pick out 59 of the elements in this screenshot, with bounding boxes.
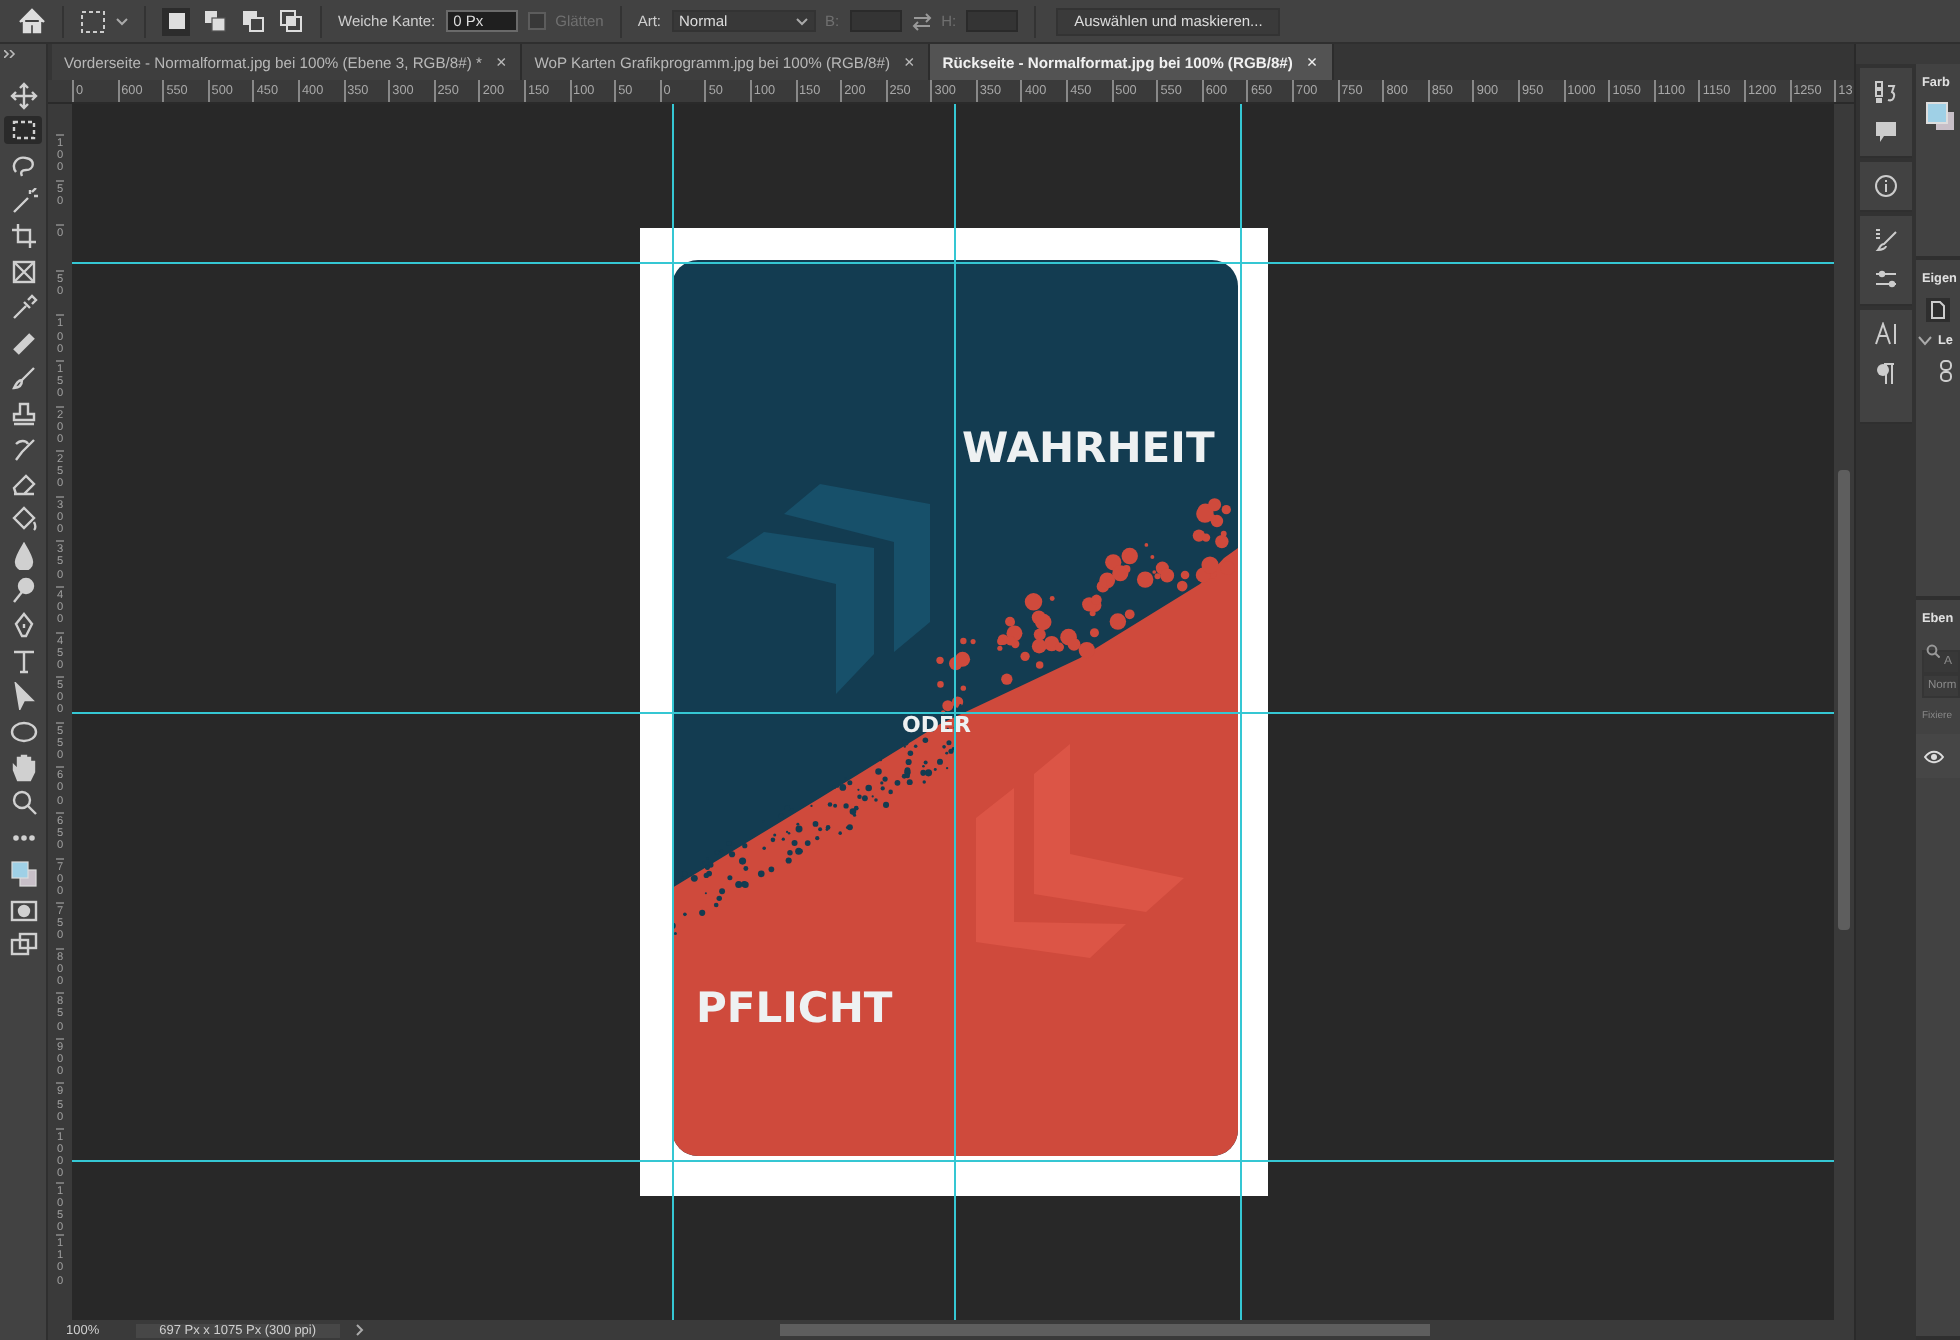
marquee-icon[interactable]: [80, 9, 106, 33]
comment-icon[interactable]: [1874, 120, 1898, 144]
selection-mode-icon: [241, 10, 263, 32]
caret-icon: [795, 17, 807, 25]
brush-icon: [9, 364, 37, 393]
swap-icon[interactable]: [911, 11, 932, 31]
lasso-icon: [9, 152, 37, 181]
tab-close-button[interactable]: ×: [904, 52, 915, 72]
chevron-right-icon[interactable]: [356, 1324, 365, 1336]
search-icon: [1926, 643, 1940, 657]
home-icon[interactable]: [18, 8, 46, 34]
dodge-icon: [9, 576, 37, 605]
pen-icon: [9, 612, 37, 640]
info-icon[interactable]: [1874, 174, 1898, 198]
tab-close-button[interactable]: ×: [495, 52, 507, 72]
crop-icon: [9, 222, 37, 251]
blur-icon: [9, 541, 37, 570]
card-title: WAHRHEIT: [961, 424, 1214, 472]
selection-mode-button[interactable]: [162, 7, 190, 35]
sliders-icon[interactable]: [1874, 268, 1898, 292]
document-icon[interactable]: [1926, 298, 1950, 322]
mask-icon: [9, 895, 37, 923]
frame-icon: [9, 258, 37, 287]
selection-mode-icon: [165, 10, 187, 32]
history-icon[interactable]: [1874, 80, 1898, 104]
tab-close-button[interactable]: ×: [1306, 52, 1318, 72]
marquee-icon: [9, 116, 37, 145]
history-icon: [9, 435, 37, 464]
type-icon: [9, 647, 37, 676]
hand-icon: [9, 753, 37, 782]
card-title: PFLICHT: [695, 984, 892, 1032]
eye-icon[interactable]: [1924, 749, 1944, 763]
stamp-icon: [9, 399, 37, 428]
selection-mode-button[interactable]: [276, 7, 304, 35]
wand-icon: [9, 187, 37, 216]
color-swatch-icon[interactable]: [1926, 102, 1954, 130]
vertical-scrollbar[interactable]: [1834, 104, 1854, 1320]
collapse-icon[interactable]: [4, 50, 16, 58]
zoom-icon: [9, 788, 37, 817]
selection-mode-icon: [203, 10, 225, 32]
eraser-icon: [9, 470, 37, 499]
link-icon[interactable]: [1940, 360, 1952, 382]
screen-icon: [9, 930, 37, 959]
select-icon: [9, 682, 37, 711]
selection-mode-button[interactable]: [200, 7, 228, 35]
colors-icon: [9, 859, 37, 888]
paragraph-icon[interactable]: [1874, 362, 1898, 386]
selection-mode-icon: [279, 10, 301, 32]
ellipse-icon: [9, 718, 37, 747]
character-icon[interactable]: [1874, 322, 1898, 346]
selection-mode-button[interactable]: [238, 7, 266, 35]
move-icon: [9, 81, 37, 110]
eyedropper-icon: [9, 293, 37, 322]
healing-icon: [9, 329, 37, 357]
caret-icon[interactable]: [116, 17, 128, 25]
tool-button[interactable]: [4, 116, 42, 145]
bucket-icon: [9, 505, 37, 534]
brush-settings-icon[interactable]: [1874, 228, 1898, 252]
chevron-icon[interactable]: [1918, 336, 1932, 346]
